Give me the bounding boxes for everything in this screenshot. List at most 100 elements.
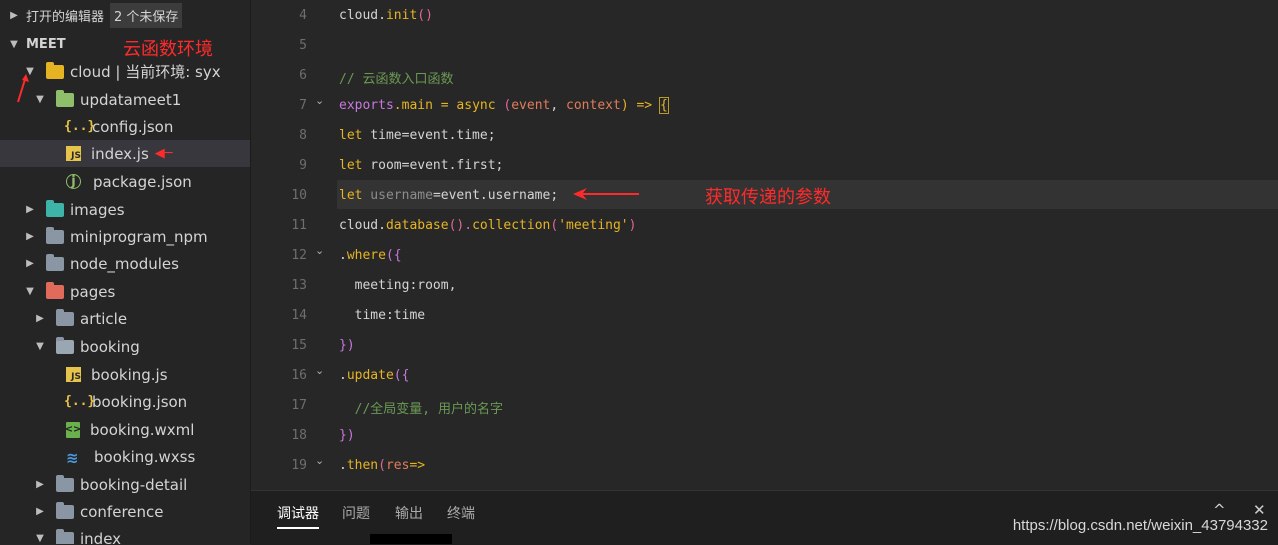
code-line-19: .then(res=> (339, 458, 426, 473)
tab-output[interactable]: 输出 (395, 503, 423, 523)
folder-green-icon (56, 89, 74, 107)
tree-item-label: pages (70, 282, 116, 301)
line-number: 19 (291, 458, 307, 473)
line-number: 10 (291, 188, 307, 203)
open-editors-header[interactable]: ▶ 打开的编辑器 2 个未保存 (0, 0, 250, 30)
code-line-15: }) (339, 338, 355, 353)
js-file-icon: JS (66, 367, 81, 382)
code-line-6: // 云函数入口函数 (339, 72, 454, 87)
tree-item-images[interactable]: ▶ images (0, 196, 250, 223)
tree-item-article[interactable]: ▶ article (0, 305, 250, 332)
code-line-7: exports.main = async (event, context) =>… (339, 97, 669, 114)
tree-item-booking-wxss[interactable]: ≋ booking.wxss (0, 443, 250, 470)
line-number: 17 (291, 398, 307, 413)
line-number: 12 (291, 248, 307, 263)
tree-item-booking-json[interactable]: {..} booking.json (0, 388, 250, 415)
folder-icon (46, 253, 64, 271)
code-line-12: .where({ (339, 248, 402, 263)
chevron-right-icon: ▶ (10, 9, 18, 21)
chevron-down-icon: ▼ (36, 94, 44, 105)
tree-item-node-modules[interactable]: ▶ node_modules (0, 250, 250, 277)
npm-package-icon: j (66, 174, 81, 189)
chevron-down-icon: ▼ (36, 533, 44, 544)
code-line-18: }) (339, 428, 355, 443)
folder-icon (46, 226, 64, 244)
tree-item-label: conference (80, 502, 164, 521)
folder-icon (56, 474, 74, 492)
tree-item-booking-wxml[interactable]: <> booking.wxml (0, 416, 250, 443)
tree-item-label: booking.js (91, 365, 168, 384)
folder-teal-icon (46, 199, 64, 217)
line-number: 11 (291, 218, 307, 233)
tree-item-label: booking.json (92, 392, 188, 411)
folder-icon (56, 308, 74, 326)
tab-problems[interactable]: 问题 (342, 503, 370, 523)
project-name: MEET (26, 36, 66, 52)
code-line-4: cloud.init() (339, 8, 433, 23)
code-line-9: let room=event.first; (339, 158, 504, 173)
tree-item-label: article (80, 309, 128, 328)
code-line-17: //全局变量, 用户的名字 (339, 402, 503, 417)
open-editors-label: 打开的编辑器 (26, 9, 105, 25)
tree-item-conference[interactable]: ▶ conference (0, 498, 250, 525)
chevron-down-icon: ▼ (36, 341, 44, 352)
code-line-11: cloud.database().collection('meeting') (339, 218, 637, 233)
tab-terminal[interactable]: 终端 (447, 503, 475, 523)
json-file-icon: {..} (64, 393, 96, 409)
tree-item-label: miniprogram_npm (70, 227, 208, 246)
tree-item-index[interactable]: ▼ index (0, 525, 250, 544)
chevron-right-icon: ▶ (26, 258, 34, 269)
chevron-down-icon: ▼ (10, 38, 18, 50)
line-number: 4 (299, 8, 307, 23)
line-number: 7 (299, 98, 307, 113)
fold-chevron-icon[interactable]: ⌄ (315, 244, 324, 257)
tree-item-label: booking-detail (80, 475, 188, 494)
tree-item-pages[interactable]: ▼ pages (0, 278, 250, 305)
code-line-16: .update({ (339, 368, 410, 383)
chevron-right-icon: ▶ (36, 506, 44, 517)
wxml-file-icon: <> (65, 421, 81, 438)
tree-item-label: index.js (91, 144, 149, 163)
code-editor[interactable]: 4 5 6 7 8 9 10 11 12 13 14 15 16 17 18 1… (251, 0, 1278, 490)
js-file-icon: JS (66, 146, 81, 161)
tree-item-package-json[interactable]: j package.json (0, 168, 250, 195)
chevron-right-icon: ▶ (26, 231, 34, 242)
fold-chevron-icon[interactable]: ⌄ (315, 454, 324, 467)
tab-debugger[interactable]: 调试器 (277, 503, 319, 529)
wxss-file-icon: ≋ (66, 448, 79, 467)
chevron-right-icon: ▶ (26, 204, 34, 215)
red-arrow-icon: ◀─ (154, 146, 173, 161)
code-line-13: meeting:room, (339, 278, 457, 293)
code-line-14: time:time (339, 308, 426, 323)
line-number: 5 (299, 38, 307, 53)
tree-item-label: node_modules (70, 254, 179, 273)
red-arrow-icon (17, 74, 29, 103)
tree-item-booking-js[interactable]: JS booking.js (0, 361, 250, 388)
tree-item-config-json[interactable]: {..} config.json (0, 113, 250, 140)
folder-icon (56, 501, 74, 519)
line-number: 14 (291, 308, 307, 323)
code-line-8: let time=event.time; (339, 128, 496, 143)
folder-red-icon (46, 281, 64, 299)
tree-item-miniprogram-npm[interactable]: ▶ miniprogram_npm (0, 223, 250, 250)
code-line-10: let username=event.username; (339, 188, 559, 203)
tree-item-updatameet1[interactable]: ▼ updatameet1 (0, 86, 250, 113)
redacted-block (370, 534, 452, 544)
tree-item-index-js[interactable]: JS index.js ◀─ (0, 140, 250, 167)
tree-item-label: index (80, 529, 122, 545)
chevron-down-icon: ▼ (26, 286, 34, 297)
tree-item-booking[interactable]: ▼ booking (0, 333, 250, 360)
line-number: 9 (299, 158, 307, 173)
fold-chevron-icon[interactable]: ⌄ (315, 364, 324, 377)
red-arrow-icon (573, 188, 639, 200)
tree-item-label: cloud | 当前环境: syx (70, 63, 221, 81)
tree-item-booking-detail[interactable]: ▶ booking-detail (0, 471, 250, 498)
json-file-icon: {..} (64, 118, 96, 134)
tree-item-label: config.json (92, 117, 174, 136)
fold-chevron-icon[interactable]: ⌄ (315, 94, 324, 107)
tree-item-cloud[interactable]: ▼ cloud | 当前环境: syx (0, 58, 250, 85)
folder-yellow-open-icon (46, 61, 64, 79)
tree-item-label: images (70, 200, 125, 219)
line-number: 8 (299, 128, 307, 143)
line-number: 15 (291, 338, 307, 353)
